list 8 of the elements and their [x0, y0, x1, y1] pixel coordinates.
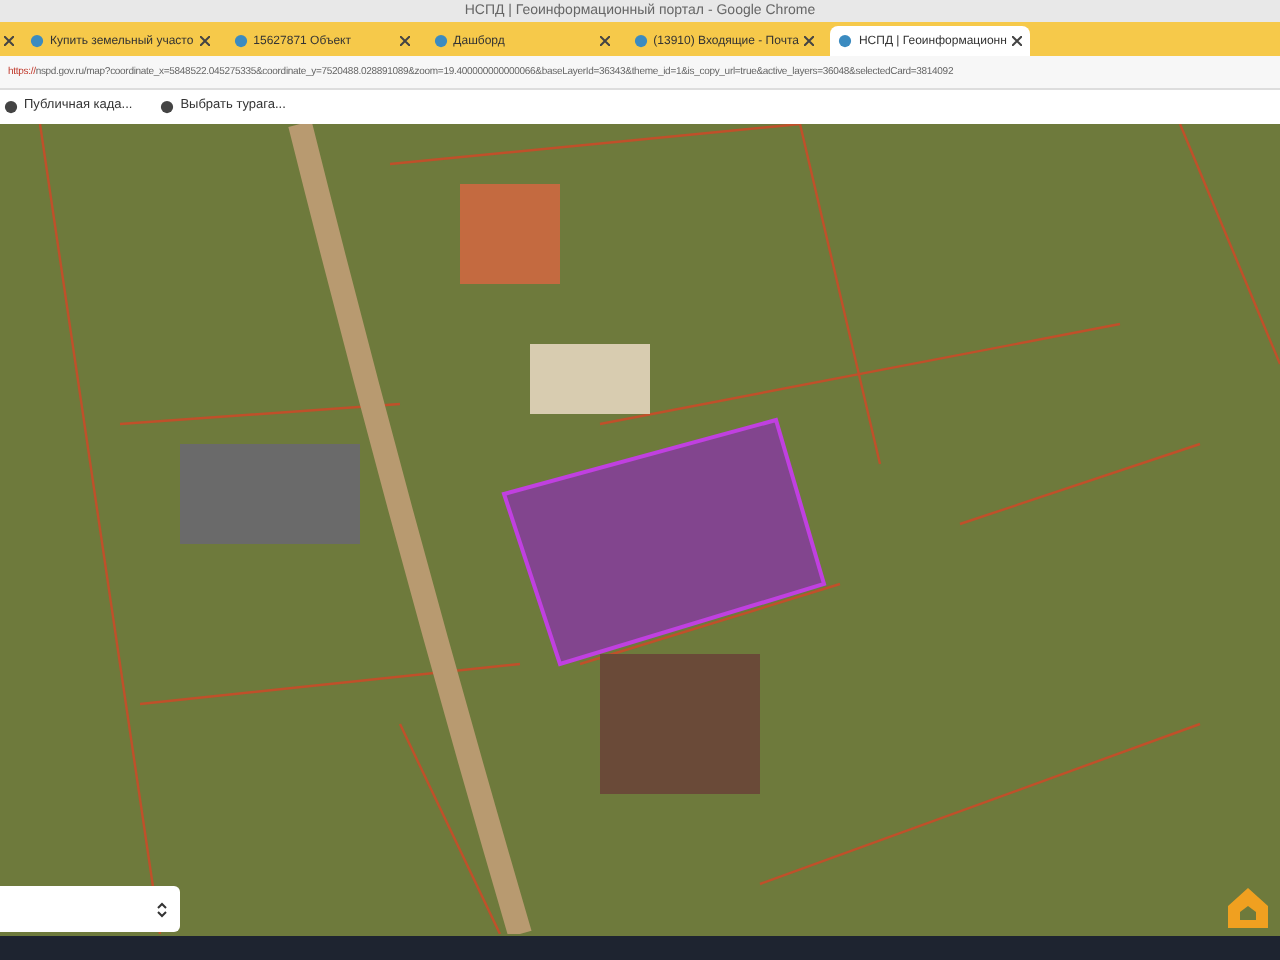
close-icon[interactable] — [599, 36, 610, 46]
up-down-icon — [156, 899, 168, 919]
close-icon[interactable] — [804, 36, 815, 46]
close-icon[interactable] — [1012, 36, 1023, 46]
select-field[interactable] — [0, 886, 180, 932]
close-icon[interactable] — [199, 36, 210, 46]
close-icon[interactable] — [4, 36, 14, 46]
close-icon[interactable] — [399, 36, 410, 46]
